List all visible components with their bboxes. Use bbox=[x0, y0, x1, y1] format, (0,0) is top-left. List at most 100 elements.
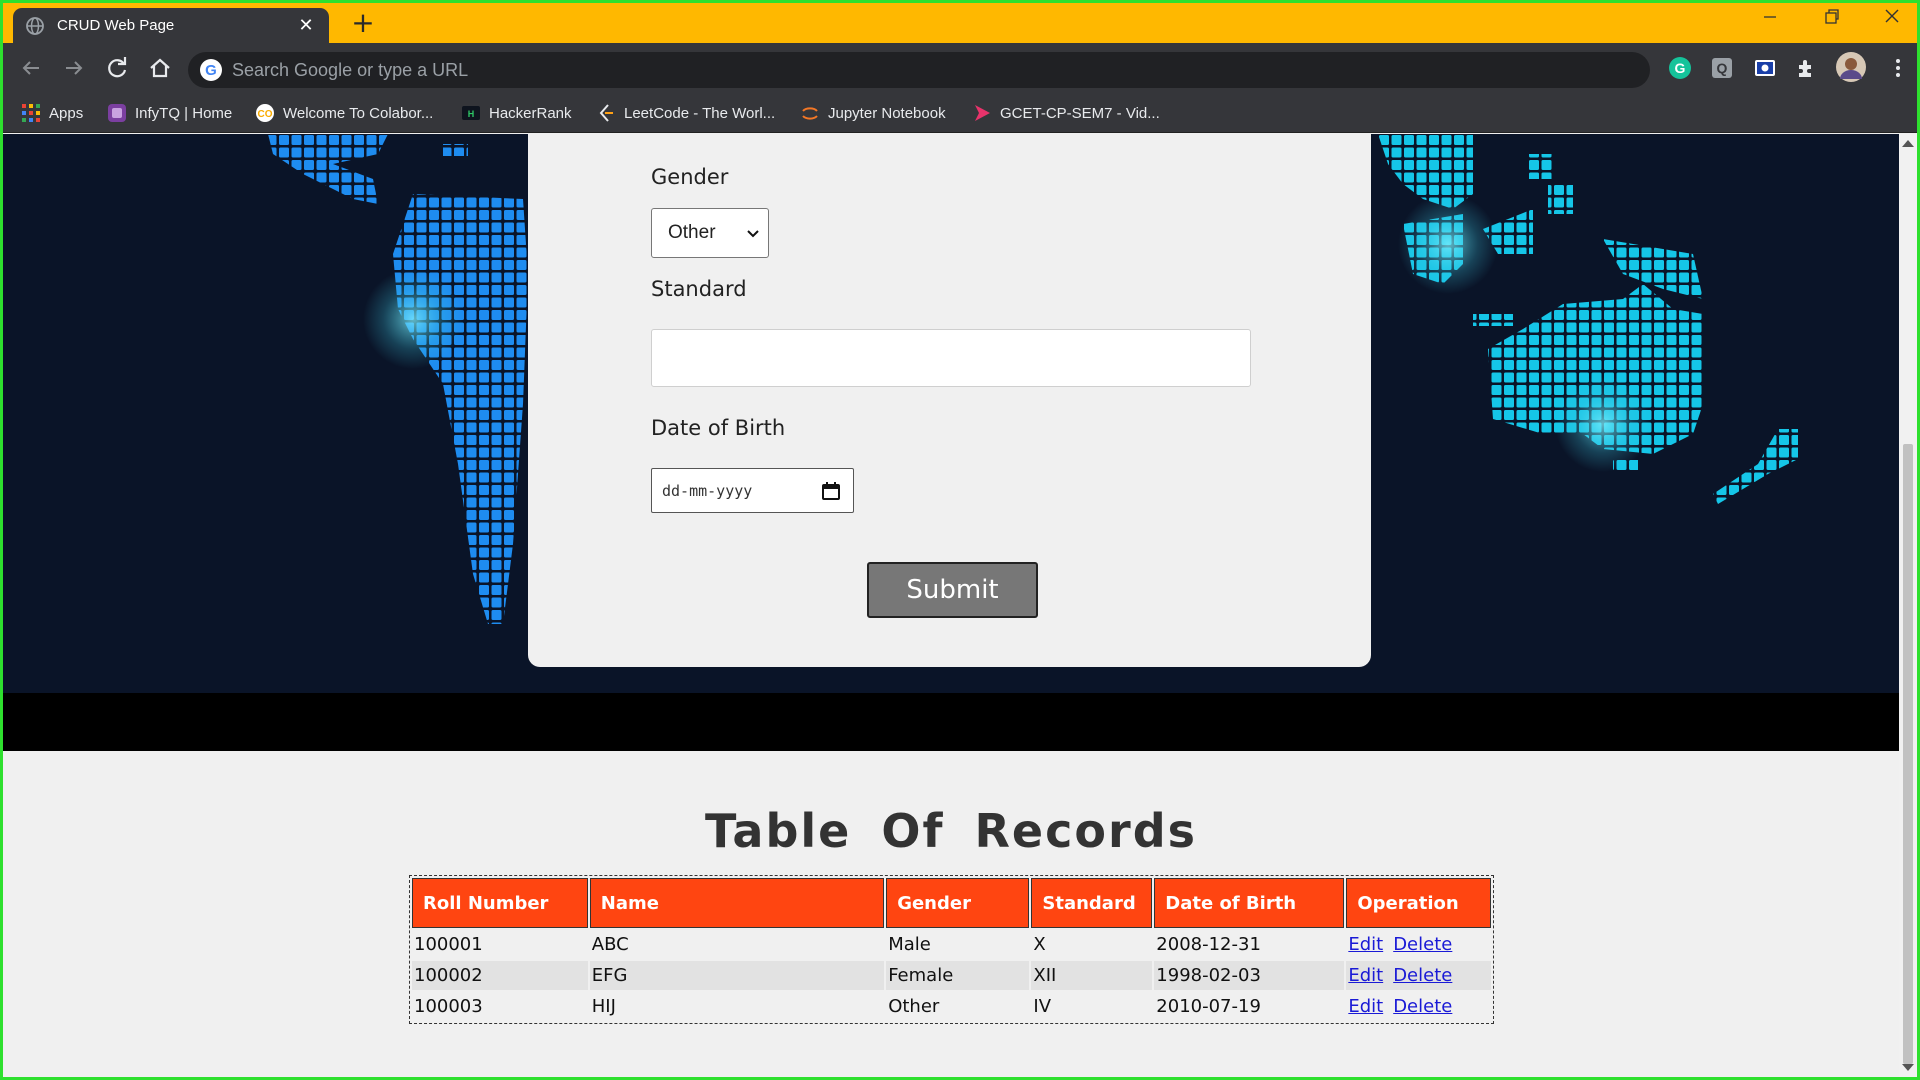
edit-link[interactable]: Edit bbox=[1348, 996, 1383, 1017]
chevron-down-icon bbox=[747, 230, 759, 238]
dob-input[interactable]: dd-mm-yyyy bbox=[651, 468, 854, 513]
table-row: 100001 ABC Male X 2008-12-31 Edit Delete bbox=[412, 930, 1491, 959]
new-tab-button[interactable]: + bbox=[348, 9, 378, 39]
cell-name: EFG bbox=[589, 961, 885, 990]
back-arrow-icon[interactable] bbox=[16, 53, 46, 83]
cell-operation: Edit Delete bbox=[1346, 930, 1491, 959]
column-header-dob: Date of Birth bbox=[1154, 878, 1345, 928]
minimize-icon[interactable] bbox=[1747, 7, 1793, 37]
edit-link[interactable]: Edit bbox=[1348, 934, 1383, 955]
column-header-gender: Gender bbox=[886, 878, 1030, 928]
cell-operation: Edit Delete bbox=[1346, 992, 1491, 1021]
bookmark-label: LeetCode - The Worl... bbox=[624, 104, 776, 122]
bookmark-label: InfyTQ | Home bbox=[135, 104, 233, 122]
cell-name: HIJ bbox=[591, 996, 616, 1017]
bookmark-label: Welcome To Colabor... bbox=[283, 104, 434, 122]
apps-grid-icon bbox=[22, 104, 40, 122]
delete-link[interactable]: Delete bbox=[1393, 996, 1452, 1017]
cell-roll: 100003 bbox=[414, 996, 483, 1017]
cell-operation: Edit Delete bbox=[1346, 961, 1491, 990]
address-bar[interactable]: G bbox=[188, 52, 1650, 88]
bookmark-gcet[interactable]: GCET-CP-SEM7 - Vid... bbox=[972, 101, 1160, 125]
home-icon[interactable] bbox=[145, 53, 175, 83]
standard-input[interactable] bbox=[651, 329, 1251, 387]
bookmark-apps[interactable]: Apps bbox=[21, 101, 83, 125]
cell-name: ABC bbox=[591, 934, 629, 955]
column-header-name: Name bbox=[589, 878, 885, 928]
close-tab-icon[interactable]: ✕ bbox=[295, 15, 317, 36]
bookmarks-bar: Apps InfyTQ | Home CO Welcome To Colabor… bbox=[3, 93, 1917, 133]
table-row: 100002 EFG Female XII 1998-02-03 Edit Del… bbox=[412, 961, 1491, 990]
calendar-icon[interactable] bbox=[821, 481, 841, 501]
gender-label: Gender bbox=[651, 165, 729, 189]
tab-crud-web-page[interactable]: CRUD Web Page ✕ bbox=[13, 8, 329, 43]
more-menu-icon[interactable] bbox=[1886, 56, 1910, 80]
records-table: Roll Number Name Gender Standard Date of… bbox=[409, 875, 1494, 1024]
globe-icon bbox=[26, 16, 44, 35]
bookmark-jupyter[interactable]: Jupyter Notebook bbox=[800, 101, 946, 125]
column-header-operation: Operation bbox=[1346, 878, 1491, 928]
close-window-icon[interactable] bbox=[1869, 7, 1915, 37]
page-scrollbar[interactable] bbox=[1899, 134, 1917, 1077]
q-extension-icon[interactable]: Q bbox=[1710, 56, 1734, 80]
cell-dob: 2008-12-31 bbox=[1156, 934, 1261, 955]
forward-arrow-icon[interactable] bbox=[59, 53, 89, 83]
browser-window: CRUD Web Page ✕ + G Search Google or typ… bbox=[3, 3, 1917, 1077]
cell-standard: XII bbox=[1031, 961, 1153, 990]
records-title: Table Of Records bbox=[704, 804, 1197, 858]
dob-label: Date of Birth bbox=[651, 416, 786, 440]
scroll-down-arrow-icon[interactable] bbox=[1902, 1064, 1914, 1071]
video-icon bbox=[975, 105, 990, 121]
bookmark-label: Jupyter Notebook bbox=[828, 104, 946, 122]
column-header-roll-number: Roll Number bbox=[412, 878, 588, 928]
submit-button[interactable]: Submit bbox=[867, 562, 1038, 618]
puzzle-extensions-icon[interactable] bbox=[1795, 56, 1819, 80]
gender-selected-value: Other bbox=[668, 222, 716, 243]
bookmark-leetcode[interactable]: LeetCode - The Worl... bbox=[596, 101, 775, 125]
profile-avatar[interactable] bbox=[1836, 52, 1866, 82]
scroll-up-arrow-icon[interactable] bbox=[1902, 140, 1914, 147]
title-bar: CRUD Web Page ✕ + bbox=[3, 3, 1917, 43]
bookmark-label: HackerRank bbox=[489, 104, 572, 122]
cell-roll: 100002 bbox=[412, 961, 588, 990]
dob-placeholder: dd-mm-yyyy bbox=[662, 481, 753, 500]
reload-icon[interactable] bbox=[103, 53, 133, 83]
bookmark-infytq[interactable]: InfyTQ | Home bbox=[107, 101, 232, 125]
browser-toolbar: G G Q bbox=[3, 43, 1917, 93]
jupyter-icon bbox=[802, 107, 818, 120]
leetcode-icon bbox=[599, 104, 613, 122]
address-input[interactable] bbox=[232, 59, 1612, 81]
edit-link[interactable]: Edit bbox=[1348, 965, 1383, 986]
cell-roll: 100001 bbox=[414, 934, 483, 955]
bookmark-colab[interactable]: CO Welcome To Colabor... bbox=[255, 101, 433, 125]
cell-gender: Male bbox=[888, 934, 931, 955]
bookmark-label: Apps bbox=[49, 104, 84, 122]
standard-label: Standard bbox=[651, 277, 747, 301]
table-row: 100003 HIJ Other IV 2010-07-19 Edit Delet… bbox=[412, 992, 1491, 1021]
svg-text:CO: CO bbox=[258, 109, 273, 120]
cell-gender: Other bbox=[888, 996, 940, 1017]
cell-dob: 2010-07-19 bbox=[1156, 996, 1261, 1017]
cell-standard: IV bbox=[1033, 996, 1052, 1017]
table-header-row: Roll Number Name Gender Standard Date of… bbox=[412, 878, 1491, 928]
student-form: Gender Other Standard Date of Birth dd-m… bbox=[528, 134, 1371, 667]
delete-link[interactable]: Delete bbox=[1393, 965, 1452, 986]
google-icon: G bbox=[200, 59, 222, 81]
cell-standard: X bbox=[1033, 934, 1046, 955]
svg-text:H: H bbox=[468, 109, 475, 119]
delete-link[interactable]: Delete bbox=[1393, 934, 1452, 955]
svg-text:G: G bbox=[1675, 60, 1686, 76]
grammarly-icon[interactable]: G bbox=[1668, 56, 1692, 80]
scroll-thumb[interactable] bbox=[1903, 444, 1913, 1064]
column-header-standard: Standard bbox=[1031, 878, 1153, 928]
footer-strip bbox=[3, 693, 1899, 751]
bookmark-label: GCET-CP-SEM7 - Vid... bbox=[1000, 104, 1160, 122]
infytq-icon bbox=[108, 104, 126, 122]
svg-text:Q: Q bbox=[1717, 60, 1728, 76]
cell-gender: Female bbox=[886, 961, 1030, 990]
gender-select[interactable]: Other bbox=[651, 208, 769, 258]
cell-dob: 1998-02-03 bbox=[1154, 961, 1345, 990]
bookmark-hackerrank[interactable]: H HackerRank bbox=[461, 101, 572, 125]
screen-capture-icon[interactable] bbox=[1753, 56, 1777, 80]
restore-icon[interactable] bbox=[1809, 7, 1855, 37]
